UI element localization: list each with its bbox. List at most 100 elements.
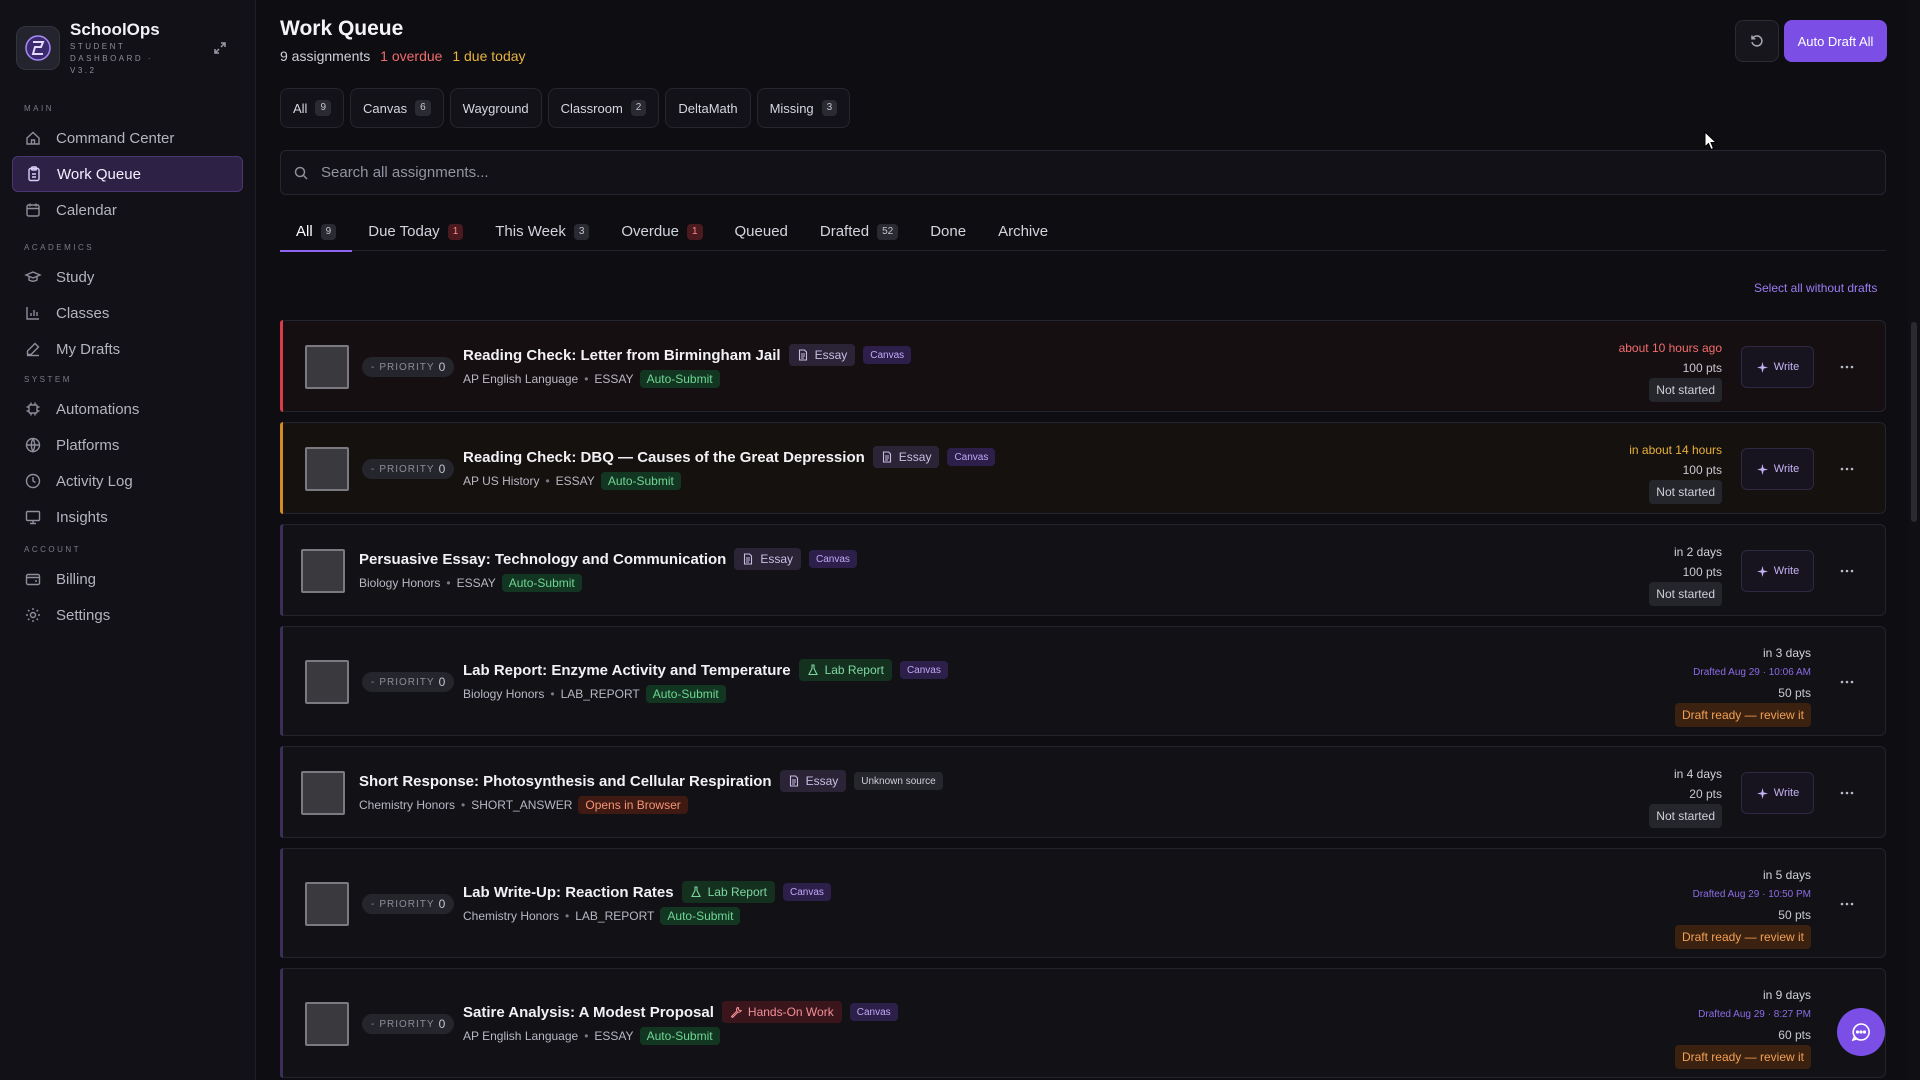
app-logo-icon[interactable]	[16, 26, 60, 70]
sidebar-item-study[interactable]: Study	[12, 259, 243, 295]
write-button[interactable]: Write	[1741, 346, 1814, 388]
assignment-title[interactable]: Short Response: Photosynthesis and Cellu…	[359, 773, 772, 790]
more-options-button[interactable]	[1835, 781, 1859, 805]
sparkle-icon	[1756, 463, 1768, 475]
scrollbar[interactable]	[1908, 0, 1920, 1080]
source-filter-wayground[interactable]: Wayground	[449, 88, 542, 128]
due-date: in 4 days	[1673, 767, 1722, 781]
select-checkbox[interactable]	[305, 660, 349, 704]
due-date: in about 14 hours	[1629, 443, 1722, 457]
more-options-button[interactable]	[1835, 670, 1859, 694]
nav-section-label: SYSTEM	[24, 375, 72, 384]
more-options-button[interactable]	[1835, 892, 1859, 916]
tab-drafted[interactable]: Drafted 52	[804, 212, 914, 251]
assignment-card[interactable]: Persuasive Essay: Technology and Communi…	[280, 524, 1886, 616]
select-checkbox[interactable]	[305, 1002, 349, 1046]
priority-value: 0	[438, 1017, 446, 1031]
assignment-kind: ESSAY	[594, 372, 634, 386]
tab-label: Queued	[734, 223, 788, 240]
assignment-title[interactable]: Lab Report: Enzyme Activity and Temperat…	[463, 662, 791, 679]
tab-due-today[interactable]: Due Today 1	[352, 212, 479, 251]
auto-draft-all-button[interactable]: Auto Draft All	[1784, 20, 1887, 62]
tab-archive[interactable]: Archive	[982, 212, 1064, 251]
type-label: Hands-On Work	[747, 1005, 834, 1019]
priority-badge[interactable]: - PRIORITY 0	[362, 357, 455, 377]
sidebar-item-classes[interactable]: Classes	[12, 295, 243, 331]
tab-done[interactable]: Done	[914, 212, 982, 251]
tab-all[interactable]: All 9	[280, 212, 353, 252]
search-input[interactable]: Search all assignments...	[321, 164, 489, 181]
status-badge: Not started	[1649, 804, 1722, 828]
refresh-button[interactable]	[1735, 20, 1779, 62]
tab-overdue[interactable]: Overdue 1	[605, 212, 718, 251]
select-all-without-drafts-link[interactable]: Select all without drafts	[1754, 281, 1877, 295]
tab-count: 9	[320, 223, 337, 240]
assignment-kind: ESSAY	[456, 576, 496, 590]
priority-badge[interactable]: - PRIORITY 0	[362, 672, 455, 692]
wallet-icon	[24, 570, 42, 588]
sidebar-item-billing[interactable]: Billing	[12, 561, 243, 597]
tab-label: All	[296, 223, 313, 240]
priority-badge[interactable]: - PRIORITY 0	[362, 459, 455, 479]
assignment-card[interactable]: - PRIORITY 0 Reading Check: DBQ — Causes…	[280, 422, 1886, 514]
search-bar[interactable]: Search all assignments...	[280, 150, 1886, 195]
sidebar-item-my-drafts[interactable]: My Drafts	[12, 331, 243, 367]
sidebar-item-work-queue[interactable]: Work Queue	[12, 156, 243, 192]
sidebar-item-automations[interactable]: Automations	[12, 391, 243, 427]
tab-this-week[interactable]: This Week 3	[479, 212, 605, 251]
source-filter-deltamath[interactable]: DeltaMath	[665, 88, 751, 128]
more-options-button[interactable]	[1835, 355, 1859, 379]
assignment-card[interactable]: - PRIORITY 0 Lab Report: Enzyme Activity…	[280, 626, 1886, 736]
sidebar-item-command-center[interactable]: Command Center	[12, 120, 243, 156]
write-button[interactable]: Write	[1741, 550, 1814, 592]
assignment-card[interactable]: - PRIORITY 0 Satire Analysis: A Modest P…	[280, 968, 1886, 1078]
assignment-card[interactable]: Short Response: Photosynthesis and Cellu…	[280, 746, 1886, 838]
assignment-title[interactable]: Satire Analysis: A Modest Proposal	[463, 1004, 714, 1021]
tab-count: 52	[877, 223, 899, 240]
select-checkbox[interactable]	[305, 882, 349, 926]
more-options-button[interactable]	[1835, 559, 1859, 583]
write-button[interactable]: Write	[1741, 448, 1814, 490]
write-button[interactable]: Write	[1741, 772, 1814, 814]
tab-label: This Week	[495, 223, 566, 240]
clipboard-icon	[25, 165, 43, 183]
sidebar-item-activity-log[interactable]: Activity Log	[12, 463, 243, 499]
assignment-card[interactable]: - PRIORITY 0 Lab Write-Up: Reaction Rate…	[280, 848, 1886, 958]
scrollbar-thumb[interactable]	[1911, 322, 1917, 522]
sidebar-item-calendar[interactable]: Calendar	[12, 192, 243, 228]
source-filter-all[interactable]: All 9	[280, 88, 345, 128]
more-options-button[interactable]	[1835, 457, 1859, 481]
priority-badge[interactable]: - PRIORITY 0	[362, 1014, 455, 1034]
due-today-count[interactable]: 1 due today	[452, 48, 525, 64]
source-filter-classroom[interactable]: Classroom 2	[547, 88, 660, 128]
select-checkbox[interactable]	[301, 771, 345, 815]
chat-button[interactable]	[1837, 1008, 1885, 1056]
due-date: about 10 hours ago	[1618, 341, 1722, 355]
source-filter-canvas[interactable]: Canvas 6	[350, 88, 444, 128]
sidebar-item-label: Calendar	[56, 201, 117, 219]
priority-accent-bar	[280, 746, 283, 838]
status-badge[interactable]: Draft ready — review it	[1674, 703, 1811, 727]
priority-badge[interactable]: - PRIORITY 0	[362, 894, 455, 914]
due-info: in 5 days Drafted Aug 29 · 10:50 PM 50 p…	[1674, 865, 1811, 949]
select-checkbox[interactable]	[305, 447, 349, 491]
tab-queued[interactable]: Queued	[719, 212, 804, 251]
assignment-title[interactable]: Lab Write-Up: Reaction Rates	[463, 884, 674, 901]
select-checkbox[interactable]	[305, 345, 349, 389]
assignment-title[interactable]: Persuasive Essay: Technology and Communi…	[359, 551, 726, 568]
document-icon	[744, 553, 753, 565]
status-badge[interactable]: Draft ready — review it	[1674, 925, 1811, 949]
assignment-title[interactable]: Reading Check: DBQ — Causes of the Great…	[463, 449, 865, 466]
select-checkbox[interactable]	[301, 549, 345, 593]
expand-collapse-icon[interactable]	[208, 36, 232, 60]
sidebar-item-settings[interactable]: Settings	[12, 597, 243, 633]
assignment-title[interactable]: Reading Check: Letter from Birmingham Ja…	[463, 347, 781, 364]
source-filter-missing[interactable]: Missing 3	[756, 88, 851, 128]
priority-accent-bar	[280, 626, 283, 736]
sidebar-item-platforms[interactable]: Platforms	[12, 427, 243, 463]
type-badge: Lab Report	[681, 881, 775, 903]
status-badge[interactable]: Draft ready — review it	[1674, 1045, 1811, 1069]
assignment-card[interactable]: - PRIORITY 0 Reading Check: Letter from …	[280, 320, 1886, 412]
sidebar-item-insights[interactable]: Insights	[12, 499, 243, 535]
overdue-count[interactable]: 1 overdue	[380, 48, 442, 64]
